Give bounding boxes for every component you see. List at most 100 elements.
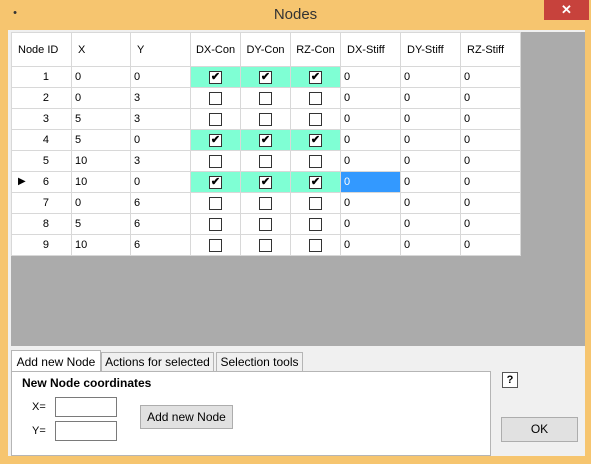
cell-rz-stiff[interactable]: 0 bbox=[460, 192, 521, 214]
cell-dy-con-checkbox[interactable]: ✔ bbox=[259, 175, 272, 189]
cell-dy-stiff[interactable]: 0 bbox=[400, 150, 461, 172]
cell-x[interactable]: 5 bbox=[71, 129, 131, 151]
cell-dy-stiff[interactable]: 0 bbox=[400, 234, 461, 256]
y-input[interactable] bbox=[55, 421, 117, 441]
table-row[interactable]: 203000 bbox=[11, 87, 521, 109]
cell-rz-stiff[interactable]: 0 bbox=[460, 66, 521, 88]
cell-dy-stiff[interactable]: 0 bbox=[400, 129, 461, 151]
cell-x[interactable]: 10 bbox=[71, 234, 131, 256]
close-button[interactable]: ✕ bbox=[544, 0, 589, 20]
cell-dy-con-checkbox[interactable] bbox=[259, 238, 272, 252]
cell-x[interactable]: 10 bbox=[71, 150, 131, 172]
cell-dy-stiff[interactable]: 0 bbox=[400, 192, 461, 214]
cell-dx-stiff[interactable]: 0 bbox=[340, 234, 401, 256]
cell-x[interactable]: 0 bbox=[71, 87, 131, 109]
cell-dy-con-checkbox[interactable] bbox=[259, 217, 272, 231]
cell-dx-con-checkbox[interactable]: ✔ bbox=[209, 133, 222, 147]
cell-dx-stiff[interactable]: 0 bbox=[340, 171, 401, 193]
cell-rz-con-checkbox[interactable] bbox=[309, 238, 322, 252]
ok-button[interactable]: OK bbox=[501, 417, 578, 442]
row-header[interactable]: 1 bbox=[11, 66, 72, 88]
cell-rz-con-checkbox[interactable] bbox=[309, 196, 322, 210]
col-header-dy-stiff[interactable]: DY-Stiff bbox=[400, 32, 461, 67]
cell-dx-con-checkbox[interactable] bbox=[209, 217, 222, 231]
cell-rz-con-checkbox[interactable] bbox=[309, 91, 322, 105]
cell-rz-con-checkbox[interactable] bbox=[309, 217, 322, 231]
cell-dx-con-checkbox[interactable] bbox=[209, 154, 222, 168]
cell-x[interactable]: 0 bbox=[71, 66, 131, 88]
help-icon[interactable]: ? bbox=[502, 372, 518, 388]
cell-y[interactable]: 0 bbox=[130, 129, 191, 151]
cell-rz-stiff[interactable]: 0 bbox=[460, 108, 521, 130]
cell-dy-stiff[interactable]: 0 bbox=[400, 66, 461, 88]
cell-y[interactable]: 6 bbox=[130, 192, 191, 214]
col-header-x[interactable]: X bbox=[71, 32, 131, 67]
cell-dy-stiff[interactable]: 0 bbox=[400, 108, 461, 130]
row-header[interactable]: 4 bbox=[11, 129, 72, 151]
row-header[interactable]: 9 bbox=[11, 234, 72, 256]
col-header-node-id[interactable]: Node ID bbox=[11, 32, 72, 67]
row-header[interactable]: ▶ 6 bbox=[11, 171, 72, 193]
table-row[interactable]: ▶ 6 10 0 ✔ ✔ ✔ 0 0 0 bbox=[11, 171, 521, 193]
row-header[interactable]: 7 bbox=[11, 192, 72, 214]
cell-dx-stiff[interactable]: 0 bbox=[340, 213, 401, 235]
table-row[interactable]: 5 10 3 0 0 0 bbox=[11, 150, 521, 172]
table-row[interactable]: 706000 bbox=[11, 192, 521, 214]
cell-dy-stiff[interactable]: 0 bbox=[400, 87, 461, 109]
cell-rz-con-checkbox[interactable]: ✔ bbox=[309, 133, 322, 147]
cell-dy-stiff[interactable]: 0 bbox=[400, 213, 461, 235]
cell-dy-con-checkbox[interactable] bbox=[259, 196, 272, 210]
cell-dy-con-checkbox[interactable]: ✔ bbox=[259, 133, 272, 147]
tab-selection-tools[interactable]: Selection tools bbox=[216, 352, 303, 371]
cell-dy-con-checkbox[interactable]: ✔ bbox=[259, 70, 272, 84]
cell-dx-con-checkbox[interactable] bbox=[209, 112, 222, 126]
cell-dy-con-checkbox[interactable] bbox=[259, 154, 272, 168]
col-header-dx-stiff[interactable]: DX-Stiff bbox=[340, 32, 401, 67]
col-header-y[interactable]: Y bbox=[130, 32, 191, 67]
x-input[interactable] bbox=[55, 397, 117, 417]
cell-dx-stiff[interactable]: 0 bbox=[340, 192, 401, 214]
cell-rz-con-checkbox[interactable] bbox=[309, 112, 322, 126]
table-row[interactable]: 1 0 0 ✔ ✔ ✔ 0 0 0 bbox=[11, 66, 521, 88]
cell-dx-stiff[interactable]: 0 bbox=[340, 129, 401, 151]
col-header-rz-con[interactable]: RZ-Con bbox=[290, 32, 341, 67]
cell-dy-stiff[interactable]: 0 bbox=[400, 171, 461, 193]
cell-dx-con-checkbox[interactable] bbox=[209, 91, 222, 105]
cell-dy-con-checkbox[interactable] bbox=[259, 112, 272, 126]
cell-rz-stiff[interactable]: 0 bbox=[460, 171, 521, 193]
cell-dx-con-checkbox[interactable] bbox=[209, 238, 222, 252]
cell-x[interactable]: 5 bbox=[71, 213, 131, 235]
cell-y[interactable]: 0 bbox=[130, 171, 191, 193]
cell-dx-stiff[interactable]: 0 bbox=[340, 87, 401, 109]
cell-dx-con-checkbox[interactable]: ✔ bbox=[209, 70, 222, 84]
cell-x[interactable]: 5 bbox=[71, 108, 131, 130]
cell-dy-con-checkbox[interactable] bbox=[259, 91, 272, 105]
cell-y[interactable]: 3 bbox=[130, 150, 191, 172]
cell-rz-stiff[interactable]: 0 bbox=[460, 129, 521, 151]
table-row[interactable]: 9 10 6 0 0 0 bbox=[11, 234, 521, 256]
cell-dx-stiff[interactable]: 0 bbox=[340, 150, 401, 172]
table-row[interactable]: 4 5 0 ✔ ✔ ✔ 0 0 0 bbox=[11, 129, 521, 151]
cell-rz-con-checkbox[interactable]: ✔ bbox=[309, 175, 322, 189]
row-header[interactable]: 8 bbox=[11, 213, 72, 235]
tab-actions-for-selected[interactable]: Actions for selected bbox=[101, 352, 214, 371]
cell-y[interactable]: 6 bbox=[130, 234, 191, 256]
table-row[interactable]: 353000 bbox=[11, 108, 521, 130]
cell-y[interactable]: 3 bbox=[130, 87, 191, 109]
col-header-dy-con[interactable]: DY-Con bbox=[240, 32, 291, 67]
cell-rz-stiff[interactable]: 0 bbox=[460, 87, 521, 109]
col-header-rz-stiff[interactable]: RZ-Stiff bbox=[460, 32, 521, 67]
cell-dx-stiff[interactable]: 0 bbox=[340, 66, 401, 88]
cell-y[interactable]: 0 bbox=[130, 66, 191, 88]
cell-x[interactable]: 10 bbox=[71, 171, 131, 193]
row-header[interactable]: 2 bbox=[11, 87, 72, 109]
table-row[interactable]: 856000 bbox=[11, 213, 521, 235]
cell-rz-stiff[interactable]: 0 bbox=[460, 150, 521, 172]
cell-rz-con-checkbox[interactable] bbox=[309, 154, 322, 168]
cell-dx-con-checkbox[interactable]: ✔ bbox=[209, 175, 222, 189]
cell-y[interactable]: 3 bbox=[130, 108, 191, 130]
row-header[interactable]: 3 bbox=[11, 108, 72, 130]
cell-rz-con-checkbox[interactable]: ✔ bbox=[309, 70, 322, 84]
cell-x[interactable]: 0 bbox=[71, 192, 131, 214]
tab-add-new-node[interactable]: Add new Node bbox=[11, 350, 101, 371]
